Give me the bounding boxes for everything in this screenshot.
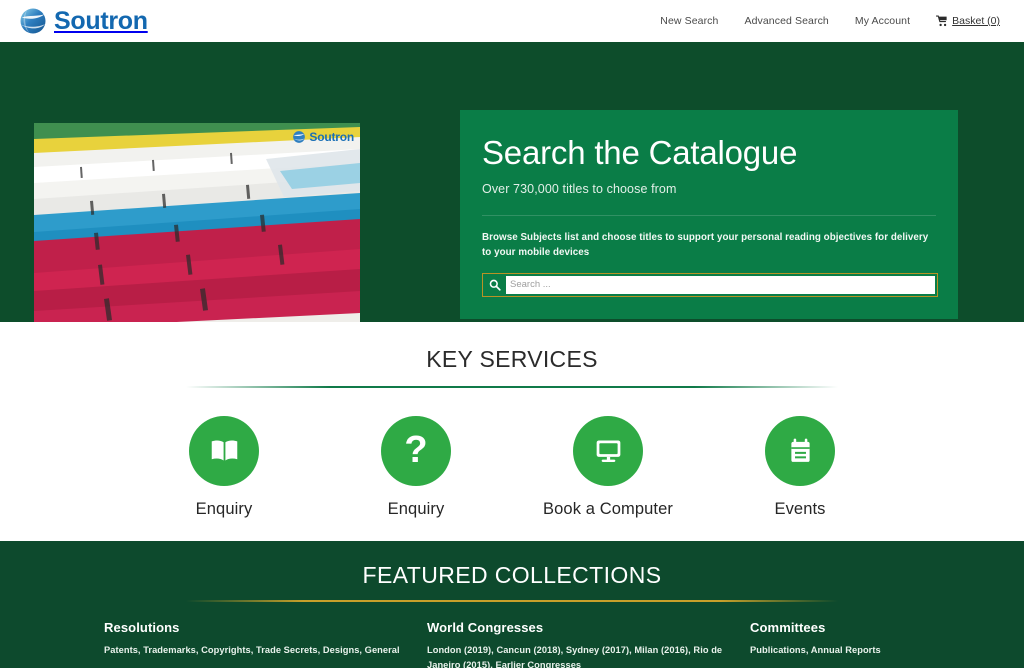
- hero-carousel[interactable]: Soutron: [34, 123, 360, 322]
- panel-divider: [482, 214, 936, 216]
- section-divider: [186, 386, 838, 388]
- section-divider: [186, 600, 838, 602]
- service-label: Enquiry: [195, 499, 253, 518]
- globe-swoosh-logo-icon: [293, 131, 306, 143]
- shopping-cart-icon: [936, 15, 947, 27]
- service-icon-circle: [189, 415, 259, 486]
- service-label: Enquiry: [387, 499, 445, 518]
- service-icon-circle: [765, 415, 835, 486]
- hero-banner: Soutron Search the Catalogue Over 730,00…: [0, 42, 1024, 322]
- featured-collections-section: FEATURED COLLECTIONS Resolutions Patents…: [0, 541, 1024, 668]
- panel-description: Browse Subjects list and choose titles t…: [482, 231, 929, 258]
- search-input[interactable]: [505, 275, 935, 294]
- collection-items: Publications, Annual Reports: [750, 644, 881, 655]
- collection-name: Resolutions: [104, 619, 180, 635]
- service-icon-circle: [573, 415, 643, 486]
- collection-name: Committees: [750, 619, 826, 635]
- key-services-section: KEY SERVICES Enquiry ? Enquiry Book a Co…: [0, 322, 1024, 541]
- nav-my-account[interactable]: My Account: [855, 15, 910, 27]
- watermark-text: Soutron: [309, 130, 354, 144]
- service-book-a-computer[interactable]: Book a Computer: [512, 415, 704, 519]
- service-events[interactable]: Events: [704, 415, 896, 519]
- nav-new-search[interactable]: New Search: [660, 15, 718, 27]
- search-submit-button[interactable]: [485, 276, 505, 294]
- globe-swoosh-logo-icon: [20, 8, 46, 34]
- basket-label: Basket (0): [952, 15, 1000, 27]
- collection-column-resolutions[interactable]: Resolutions Patents, Trademarks, Copyrig…: [104, 620, 404, 668]
- panel-title: Search the Catalogue: [482, 134, 798, 171]
- site-logo[interactable]: Soutron: [18, 6, 148, 36]
- photo-watermark: Soutron: [292, 130, 354, 144]
- catalogue-search-bar[interactable]: [482, 272, 938, 297]
- featured-collections-title: FEATURED COLLECTIONS: [362, 562, 662, 588]
- service-label: Book a Computer: [543, 499, 673, 518]
- service-enquiry-book[interactable]: Enquiry: [128, 415, 320, 519]
- service-enquiry-question[interactable]: ? Enquiry: [320, 415, 512, 519]
- site-header: Soutron New Search Advanced Search My Ac…: [0, 0, 1024, 42]
- panel-subtitle: Over 730,000 titles to choose from: [482, 181, 677, 196]
- main-navigation: New Search Advanced Search My Account Ba…: [660, 15, 1006, 27]
- collection-column-world-congresses[interactable]: World Congresses London (2019), Cancun (…: [427, 620, 727, 668]
- collection-items: London (2019), Cancun (2018), Sydney (20…: [427, 644, 723, 668]
- file-folders-photo: [34, 123, 360, 322]
- nav-advanced-search[interactable]: Advanced Search: [744, 15, 828, 27]
- basket-link[interactable]: Basket (0): [936, 15, 1000, 27]
- calendar-icon: [790, 438, 810, 462]
- brand-name: Soutron: [54, 6, 148, 35]
- service-label: Events: [774, 499, 826, 518]
- search-icon: [489, 279, 501, 291]
- carousel-slide[interactable]: Soutron: [34, 123, 360, 322]
- open-book-icon: [211, 440, 237, 461]
- collections-grid: Resolutions Patents, Trademarks, Copyrig…: [0, 620, 1024, 668]
- key-services-header: KEY SERVICES: [0, 346, 1024, 388]
- search-catalogue-panel: Search the Catalogue Over 730,000 titles…: [460, 110, 958, 319]
- question-mark-icon: ?: [404, 428, 428, 471]
- collection-column-committees[interactable]: Committees Publications, Annual Reports: [750, 620, 920, 668]
- desktop-monitor-icon: [596, 440, 620, 463]
- collection-items: Patents, Trademarks, Copyrights, Trade S…: [104, 644, 400, 655]
- key-services-title: KEY SERVICES: [426, 346, 598, 372]
- service-icon-circle: ?: [381, 415, 451, 486]
- service-grid: Enquiry ? Enquiry Book a Computer Events: [0, 415, 1024, 519]
- collection-name: World Congresses: [427, 619, 544, 635]
